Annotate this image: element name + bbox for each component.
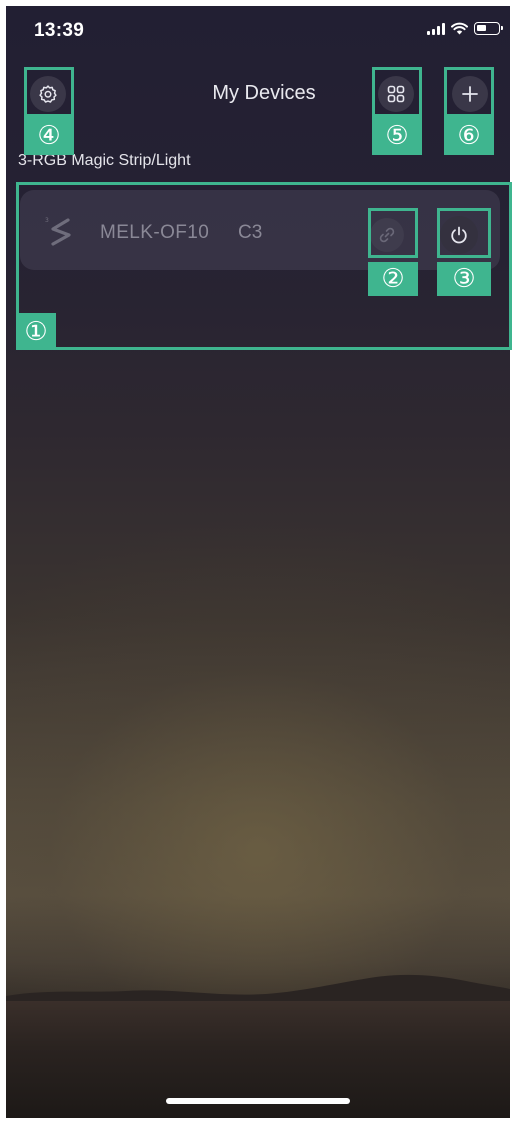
annotation-label-6: ⑥ bbox=[444, 117, 494, 155]
settings-button[interactable] bbox=[30, 76, 66, 112]
wifi-icon bbox=[451, 22, 468, 35]
grid-view-button[interactable] bbox=[378, 76, 414, 112]
grid-icon bbox=[387, 85, 405, 103]
annotation-label-5: ⑤ bbox=[372, 117, 422, 155]
annotation-label-4: ④ bbox=[24, 117, 74, 155]
gear-icon bbox=[39, 85, 57, 103]
app-screen: 13:39 My Devices 3-RGB Magic Strip/Light bbox=[6, 6, 510, 1118]
status-icons bbox=[427, 22, 503, 35]
page-title: My Devices bbox=[212, 82, 316, 104]
annotation-label-3: ③ bbox=[437, 262, 491, 296]
link-button[interactable] bbox=[370, 218, 404, 252]
power-icon bbox=[451, 226, 467, 244]
signal-icon bbox=[427, 22, 445, 35]
device-code: C3 bbox=[238, 222, 263, 243]
status-time: 13:39 bbox=[34, 20, 85, 41]
annotation-label-2: ② bbox=[368, 262, 418, 296]
svg-text:3: 3 bbox=[45, 217, 49, 224]
add-device-button[interactable] bbox=[452, 76, 488, 112]
power-button[interactable] bbox=[440, 216, 478, 254]
link-icon bbox=[379, 227, 395, 243]
plus-icon bbox=[462, 86, 478, 102]
annotation-label-1: ① bbox=[16, 313, 56, 350]
device-name: MELK-OF10 bbox=[100, 222, 210, 243]
battery-icon bbox=[474, 22, 503, 35]
light-strip-icon: 3 bbox=[45, 217, 71, 246]
home-indicator[interactable] bbox=[166, 1098, 350, 1104]
